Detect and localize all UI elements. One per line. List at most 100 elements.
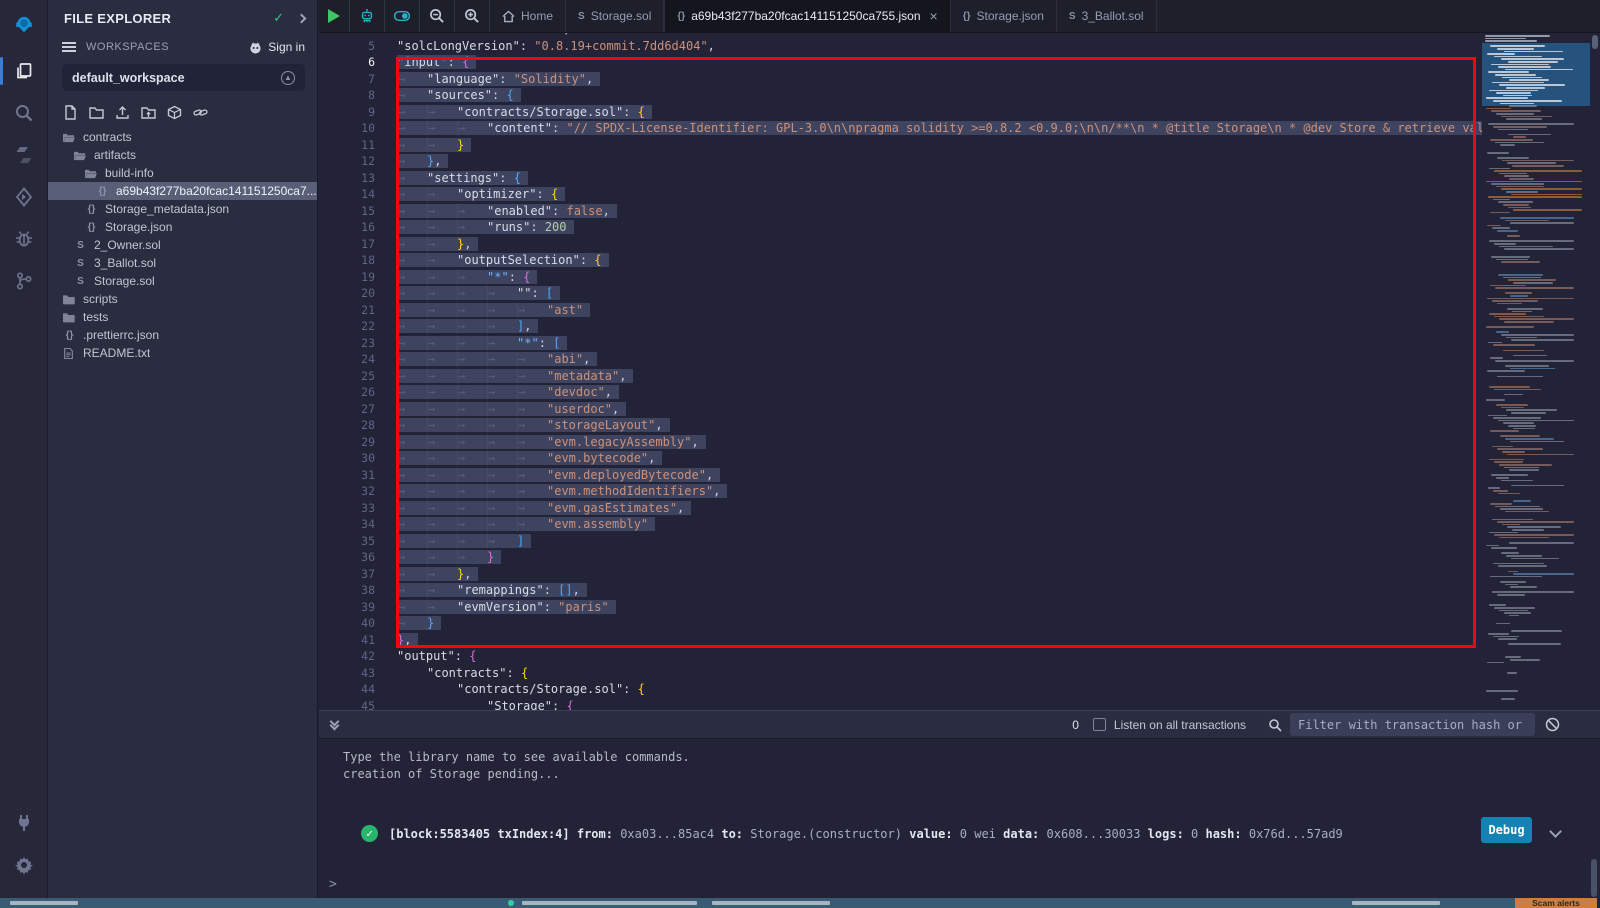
code-line-9[interactable]: 9→→"contracts/Storage.sol": { <box>319 104 1482 121</box>
code-line-32[interactable]: 32→→→→→"evm.methodIdentifiers", <box>319 483 1482 500</box>
code-line-45[interactable]: 45"Storage": { <box>319 698 1482 711</box>
code-line-17[interactable]: 17→→}, <box>319 236 1482 253</box>
code-line-8[interactable]: 8→"sources": { <box>319 87 1482 104</box>
terminal-prompt[interactable]: > <box>329 877 337 892</box>
code-line-20[interactable]: 20→→→→"": [ <box>319 285 1482 302</box>
check-icon[interactable]: ✓ <box>273 10 284 26</box>
activity-git-icon[interactable] <box>0 260 48 302</box>
code-line-7[interactable]: 7→"language": "Solidity", <box>319 71 1482 88</box>
expand-transaction-icon[interactable] <box>1551 825 1560 839</box>
code-line-6[interactable]: 6"input": { <box>319 54 1482 71</box>
upload-file-icon[interactable] <box>115 105 130 120</box>
search-icon[interactable] <box>1268 718 1282 732</box>
chevron-right-icon[interactable] <box>297 13 307 23</box>
code-line-29[interactable]: 29→→→→→"evm.legacyAssembly", <box>319 434 1482 451</box>
cube-icon[interactable] <box>167 105 182 120</box>
code-line-28[interactable]: 28→→→→→"storageLayout", <box>319 417 1482 434</box>
activity-plugin-manager-icon[interactable] <box>0 802 48 844</box>
copilot-toggle[interactable] <box>385 0 420 32</box>
code-line-38[interactable]: 38→→"remappings": [], <box>319 582 1482 599</box>
transaction-filter-input[interactable] <box>1290 713 1535 736</box>
code-line-30[interactable]: 30→→→→→"evm.bytecode", <box>319 450 1482 467</box>
code-line-36[interactable]: 36→→→} <box>319 549 1482 566</box>
tab-3-ballot-sol[interactable]: S3_Ballot.sol <box>1057 0 1157 32</box>
code-line-27[interactable]: 27→→→→→"userdoc", <box>319 401 1482 418</box>
transaction-log-row[interactable]: ✓ [block:5583405 txIndex:4] from: 0xa03.… <box>319 825 1600 842</box>
tree-item-artifacts[interactable]: artifacts <box>48 146 317 164</box>
code-line-43[interactable]: 43"contracts": { <box>319 665 1482 682</box>
tree-item-storage-sol[interactable]: SStorage.sol <box>48 272 317 290</box>
code-line-14[interactable]: 14→→"optimizer": { <box>319 186 1482 203</box>
new-file-icon[interactable] <box>63 105 78 120</box>
tree-item-scripts[interactable]: scripts <box>48 290 317 308</box>
activity-solidity-compiler-icon[interactable] <box>0 134 48 176</box>
workspace-select[interactable]: default_workspace ▲ <box>62 64 305 91</box>
new-folder-icon[interactable] <box>89 105 104 120</box>
editor-zoom-out-button[interactable] <box>420 0 455 32</box>
tree-item--prettierrc-json[interactable]: {}.prettierrc.json <box>48 326 317 344</box>
code-line-12[interactable]: 12→}, <box>319 153 1482 170</box>
code-line-11[interactable]: 11→→} <box>319 137 1482 154</box>
tree-item-contracts[interactable]: contracts <box>48 128 317 146</box>
code-line-21[interactable]: 21→→→→→"ast" <box>319 302 1482 319</box>
activity-debugger-icon[interactable] <box>0 218 48 260</box>
tab-storage-json[interactable]: {}Storage.json <box>951 0 1057 32</box>
code-line-15[interactable]: 15→→→"enabled": false, <box>319 203 1482 220</box>
tree-item-storage-json[interactable]: {}Storage.json <box>48 218 317 236</box>
activity-settings-icon[interactable] <box>0 844 48 886</box>
tree-item-build-info[interactable]: build-info <box>48 164 317 182</box>
tree-item-tests[interactable]: tests <box>48 308 317 326</box>
code-line-18[interactable]: 18→→"outputSelection": { <box>319 252 1482 269</box>
code-line-33[interactable]: 33→→→→→"evm.gasEstimates", <box>319 500 1482 517</box>
tree-item-2-owner-sol[interactable]: S2_Owner.sol <box>48 236 317 254</box>
debug-button[interactable]: Debug <box>1481 817 1532 843</box>
code-line-39[interactable]: 39→→"evmVersion": "paris" <box>319 599 1482 616</box>
hamburger-menu-icon[interactable] <box>62 41 76 53</box>
terminal-scrollbar[interactable] <box>1591 859 1597 897</box>
activity-file-explorer-icon[interactable] <box>0 50 48 92</box>
code-line-31[interactable]: 31→→→→→"evm.deployedBytecode", <box>319 467 1482 484</box>
expand-terminal-icon[interactable] <box>331 721 338 729</box>
tree-item-readme-txt[interactable]: README.txt <box>48 344 317 362</box>
clear-console-icon[interactable] <box>1545 717 1560 732</box>
tab-a69b43f277ba20fcac141151250ca755-json[interactable]: {}a69b43f277ba20fcac141151250ca755.json× <box>664 0 950 32</box>
close-tab-icon[interactable]: × <box>930 8 938 24</box>
terminal-output[interactable]: Type the library name to see available c… <box>319 739 1600 898</box>
editor-zoom-in-button[interactable] <box>455 0 490 32</box>
tree-item-3-ballot-sol[interactable]: S3_Ballot.sol <box>48 254 317 272</box>
code-line-26[interactable]: 26→→→→→"devdoc", <box>319 384 1482 401</box>
code-line-25[interactable]: 25→→→→→"metadata", <box>319 368 1482 385</box>
minimap[interactable] <box>1482 33 1590 710</box>
code-editor[interactable]: 4"solcVersion": "0.8.19",5"solcLongVersi… <box>319 33 1600 710</box>
scam-alerts-badge[interactable]: Scam alerts <box>1515 898 1597 908</box>
code-line-37[interactable]: 37→→}, <box>319 566 1482 583</box>
sign-in-button[interactable]: Sign in <box>248 40 305 54</box>
ai-copilot-button[interactable] <box>350 0 385 32</box>
code-line-16[interactable]: 16→→→"runs": 200 <box>319 219 1482 236</box>
code-line-40[interactable]: 40→} <box>319 615 1482 632</box>
code-line-5[interactable]: 5"solcLongVersion": "0.8.19+commit.7dd6d… <box>319 38 1482 55</box>
tree-item-a69b43f277ba20fcac141151250ca7-[interactable]: {}a69b43f277ba20fcac141151250ca7... <box>48 182 317 200</box>
activity-deploy-run-icon[interactable] <box>0 176 48 218</box>
code-line-10[interactable]: 10→→→"content": "// SPDX-License-Identif… <box>319 120 1482 137</box>
code-line-44[interactable]: 44"contracts/Storage.sol": { <box>319 681 1482 698</box>
activity-remix-logo-icon[interactable] <box>0 0 48 50</box>
code-line-22[interactable]: 22→→→→], <box>319 318 1482 335</box>
code-line-41[interactable]: 41}, <box>319 632 1482 649</box>
link-icon[interactable] <box>193 105 208 120</box>
tab-storage-sol[interactable]: SStorage.sol <box>566 0 664 32</box>
activity-search-icon[interactable] <box>0 92 48 134</box>
code-line-34[interactable]: 34→→→→→"evm.assembly" <box>319 516 1482 533</box>
upload-folder-icon[interactable] <box>141 105 156 120</box>
tab-home[interactable]: Home <box>490 0 566 32</box>
tree-item-storage-metadata-json[interactable]: {}Storage_metadata.json <box>48 200 317 218</box>
code-line-13[interactable]: 13→"settings": { <box>319 170 1482 187</box>
code-line-23[interactable]: 23→→→→"*": [ <box>319 335 1482 352</box>
code-line-42[interactable]: 42"output": { <box>319 648 1482 665</box>
code-line-24[interactable]: 24→→→→→"abi", <box>319 351 1482 368</box>
code-line-19[interactable]: 19→→→"*": { <box>319 269 1482 286</box>
listen-all-transactions-checkbox[interactable] <box>1093 718 1106 731</box>
code-line-35[interactable]: 35→→→→] <box>319 533 1482 550</box>
editor-scrollbar[interactable] <box>1590 33 1600 710</box>
run-script-button[interactable] <box>319 0 350 32</box>
